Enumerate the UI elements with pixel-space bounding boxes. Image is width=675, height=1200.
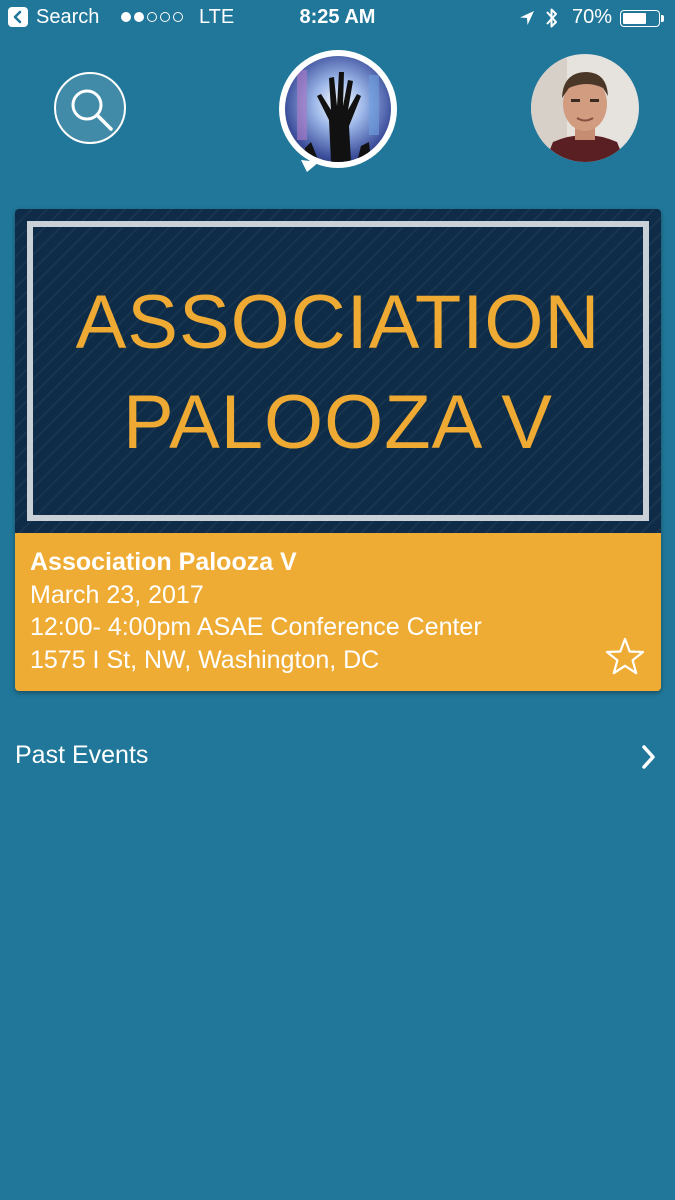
battery-tip bbox=[661, 15, 664, 22]
bluetooth-icon bbox=[544, 5, 560, 37]
chevron-right-icon bbox=[642, 745, 655, 769]
user-avatar[interactable] bbox=[531, 54, 639, 162]
favorite-star-icon[interactable] bbox=[605, 637, 645, 677]
banner-title-line2: PALOOZA V bbox=[123, 380, 553, 465]
search-icon bbox=[71, 89, 113, 131]
battery-icon bbox=[620, 10, 660, 27]
event-card[interactable]: ASSOCIATION PALOOZA V Association Palooz… bbox=[15, 209, 661, 691]
battery-percentage: 70% bbox=[572, 6, 613, 28]
app-logo-button[interactable] bbox=[279, 50, 399, 172]
event-info-panel: Association Palooza V March 23, 2017 12:… bbox=[15, 533, 661, 691]
past-events-label: Past Events bbox=[15, 741, 149, 769]
event-time-venue: 12:00- 4:00pm ASAE Conference Center bbox=[30, 613, 482, 641]
raised-hand-logo-icon bbox=[279, 50, 397, 172]
event-banner-image: ASSOCIATION PALOOZA V bbox=[15, 209, 661, 533]
location-arrow-icon bbox=[518, 9, 536, 33]
profile-photo bbox=[531, 54, 639, 162]
banner-frame bbox=[27, 221, 649, 521]
status-bar: Search LTE 8:25 AM 70% bbox=[0, 0, 675, 38]
search-button[interactable] bbox=[54, 72, 126, 144]
event-address: 1575 I St, NW, Washington, DC bbox=[30, 645, 380, 674]
past-events-row[interactable]: Past Events bbox=[0, 732, 675, 780]
event-title: Association Palooza V bbox=[30, 548, 297, 576]
banner-title-line1: ASSOCIATION bbox=[75, 280, 601, 365]
event-date: March 23, 2017 bbox=[30, 580, 204, 609]
